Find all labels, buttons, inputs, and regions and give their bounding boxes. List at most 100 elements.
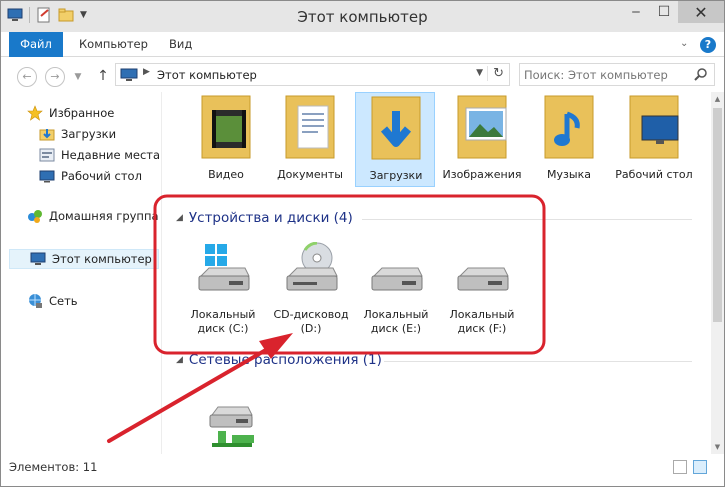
folder-pictures[interactable]: Изображения <box>442 92 522 202</box>
group-header-network-locations[interactable]: ◢ Сетевые расположения (1) <box>176 352 382 368</box>
folder-label: Музыка <box>547 168 591 181</box>
folder-music[interactable]: Музыка <box>529 92 609 187</box>
expand-ribbon-icon[interactable]: ⌄ <box>680 38 692 50</box>
forward-button[interactable]: → <box>45 67 65 87</box>
group-title: Устройства и диски (4) <box>188 210 353 226</box>
folder-desktop[interactable]: Рабочий стол <box>614 92 694 202</box>
new-folder-icon[interactable] <box>58 7 74 23</box>
desktop-icon <box>39 168 55 184</box>
drive-c[interactable]: Локальный диск (C:) <box>181 242 265 342</box>
group-title: Сетевые расположения (1) <box>188 352 382 368</box>
ribbon: Файл Компьютер Вид ⌄ ? <box>1 32 724 57</box>
large-icons-view-icon[interactable] <box>693 460 707 474</box>
group-divider <box>362 219 692 220</box>
group-header-devices[interactable]: ◢ Устройства и диски (4) <box>176 210 353 226</box>
group-divider <box>384 361 692 362</box>
address-bar[interactable]: ▶ Этот компьютер ▼ ↻ <box>115 63 510 86</box>
breadcrumb[interactable]: Этот компьютер <box>157 68 257 82</box>
up-button[interactable]: ↑ <box>94 67 112 87</box>
folder-label: Видео <box>208 168 244 181</box>
tab-computer[interactable]: Компьютер <box>69 32 158 57</box>
star-icon <box>27 105 43 121</box>
cd-drive-icon <box>283 241 339 302</box>
item-count: Элементов: 11 <box>9 460 98 474</box>
minimize-button[interactable]: ‒ <box>622 1 650 23</box>
nav-item-label: Недавние места <box>61 148 161 162</box>
customize-toolbar-icon[interactable]: ▼ <box>80 7 90 23</box>
search-input[interactable] <box>524 67 684 83</box>
recent-places-icon <box>39 147 55 163</box>
network-location-item[interactable] <box>188 397 272 454</box>
hard-drive-icon <box>454 242 510 302</box>
music-folder-icon <box>537 92 601 162</box>
nav-item-homegroup[interactable]: Домашняя группа <box>27 206 159 226</box>
system-drive-icon <box>195 242 251 302</box>
content-view: Видео Документы Загрузки Изображения Муз… <box>162 92 711 454</box>
drive-label: Локальный диск (F:) <box>449 308 515 335</box>
pictures-folder-icon <box>450 92 514 162</box>
computer-icon[interactable] <box>7 7 23 23</box>
nav-item-label: Этот компьютер <box>52 252 152 266</box>
breadcrumb-separator-icon[interactable]: ▶ <box>143 67 150 77</box>
folder-video[interactable]: Видео <box>186 92 266 187</box>
details-view-icon[interactable] <box>673 460 687 474</box>
drive-e[interactable]: Локальный диск (E:) <box>354 242 438 342</box>
nav-item-this-pc[interactable]: Этот компьютер <box>9 249 159 269</box>
documents-folder-icon <box>278 92 342 162</box>
close-button[interactable]: ✕ <box>678 1 724 23</box>
folder-label: Изображения <box>442 168 522 181</box>
computer-icon <box>120 68 138 82</box>
folder-label: Рабочий стол <box>615 168 693 181</box>
status-bar: Элементов: 11 <box>1 454 724 486</box>
nav-item-network[interactable]: Сеть <box>27 291 78 311</box>
nav-item-downloads[interactable]: Загрузки <box>39 124 116 144</box>
window-title: Этот компьютер <box>297 8 428 26</box>
refresh-icon[interactable]: ↻ <box>487 66 504 81</box>
drive-label: Локальный диск (E:) <box>363 308 429 335</box>
quick-access-toolbar: ▼ <box>7 7 90 23</box>
vertical-scrollbar[interactable]: ▲ ▼ <box>711 92 724 454</box>
collapse-icon[interactable]: ◢ <box>176 355 183 365</box>
desktop-folder-icon <box>622 92 686 162</box>
nav-item-recent-places[interactable]: Недавние места <box>39 145 160 165</box>
address-history-icon[interactable]: ▼ <box>476 68 483 78</box>
nav-item-label: Загрузки <box>61 127 117 141</box>
nav-item-favorites[interactable]: Избранное <box>27 103 114 123</box>
tab-file[interactable]: Файл <box>9 32 63 57</box>
nav-item-label: Избранное <box>49 106 115 120</box>
back-button[interactable]: ← <box>17 67 37 87</box>
search-box[interactable] <box>519 63 715 86</box>
properties-icon[interactable] <box>36 7 52 23</box>
nav-item-label: Сеть <box>49 294 78 308</box>
folder-downloads[interactable]: Загрузки <box>355 92 435 187</box>
nav-item-label: Рабочий стол <box>61 169 142 183</box>
recent-locations-icon[interactable]: ▼ <box>72 71 84 83</box>
scrollbar-thumb[interactable] <box>713 108 722 322</box>
drive-label: CD-дисковод (D:) <box>273 308 349 335</box>
network-icon <box>27 293 43 309</box>
drive-label: Локальный диск (C:) <box>190 308 256 335</box>
search-icon[interactable] <box>694 67 708 81</box>
navigation-bar: ← → ▼ ↑ ▶ Этот компьютер ▼ ↻ <box>1 58 724 92</box>
nav-item-label: Домашняя группа <box>49 209 159 223</box>
title-bar: ▼ Этот компьютер ‒ ☐ ✕ <box>1 1 724 32</box>
downloads-folder-icon <box>364 93 428 163</box>
folder-label: Загрузки <box>369 169 423 182</box>
maximize-button[interactable]: ☐ <box>650 1 678 23</box>
help-icon[interactable]: ? <box>700 37 716 53</box>
drive-d[interactable]: CD-дисковод (D:) <box>269 241 353 342</box>
network-drive-icon <box>202 397 258 454</box>
folder-documents[interactable]: Документы <box>270 92 350 187</box>
window-controls: ‒ ☐ ✕ <box>622 1 724 23</box>
collapse-icon[interactable]: ◢ <box>176 213 183 223</box>
tab-view[interactable]: Вид <box>159 32 202 57</box>
nav-item-desktop[interactable]: Рабочий стол <box>39 166 142 186</box>
drive-f[interactable]: Локальный диск (F:) <box>440 242 524 342</box>
scroll-up-icon[interactable]: ▲ <box>711 92 724 106</box>
navigation-pane: Избранное Загрузки Недавние места Рабочи… <box>1 92 161 454</box>
toolbar-separator <box>29 7 30 23</box>
folder-label: Документы <box>277 168 343 181</box>
video-folder-icon <box>194 92 258 162</box>
downloads-folder-icon <box>39 126 55 142</box>
scroll-down-icon[interactable]: ▼ <box>711 440 724 454</box>
